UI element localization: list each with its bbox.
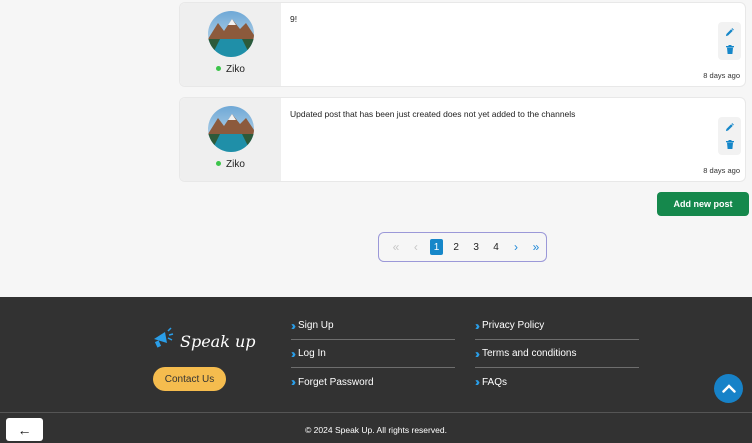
post-body: 9! 8 days ago bbox=[281, 3, 745, 86]
post-date: 8 days ago bbox=[703, 166, 740, 175]
brand-logo[interactable]: Speak up bbox=[152, 327, 256, 356]
avatar[interactable] bbox=[208, 11, 254, 57]
trash-icon[interactable] bbox=[724, 139, 736, 151]
first-page-button[interactable]: « bbox=[386, 239, 406, 255]
footer-link-privacy-policy[interactable]: ›› Privacy Policy bbox=[475, 312, 639, 340]
author-row: Ziko bbox=[180, 159, 281, 170]
copyright-text: © 2024 Speak Up. All rights reserved. bbox=[305, 425, 447, 435]
megaphone-icon bbox=[152, 327, 176, 356]
chevron-double-right-icon: ›› bbox=[291, 375, 296, 389]
chevron-double-right-icon: ›› bbox=[475, 318, 480, 333]
pencil-icon[interactable] bbox=[724, 27, 736, 39]
last-page-button[interactable]: » bbox=[526, 239, 546, 255]
page-button-4[interactable]: 4 bbox=[486, 239, 506, 255]
online-status-dot bbox=[216, 160, 222, 166]
contact-us-button[interactable]: Contact Us bbox=[153, 367, 226, 391]
pencil-icon[interactable] bbox=[724, 122, 736, 134]
author-row: Ziko bbox=[180, 64, 281, 75]
avatar[interactable] bbox=[208, 106, 254, 152]
next-page-button[interactable]: › bbox=[506, 239, 526, 255]
footer-link-log-in[interactable]: ›› Log In bbox=[291, 340, 455, 368]
chevron-double-right-icon: ›› bbox=[475, 375, 480, 389]
footer-link-faqs[interactable]: ›› FAQs bbox=[475, 368, 639, 396]
post-card: Ziko Updated post that has been just cre… bbox=[179, 97, 746, 182]
trash-icon[interactable] bbox=[724, 44, 736, 56]
page-button-3[interactable]: 3 bbox=[466, 239, 486, 255]
post-date: 8 days ago bbox=[703, 71, 740, 80]
post-actions bbox=[718, 117, 741, 155]
page-button-2[interactable]: 2 bbox=[446, 239, 466, 255]
author-name[interactable]: Ziko bbox=[226, 159, 245, 170]
chevron-double-right-icon: ›› bbox=[291, 346, 296, 361]
chevron-double-right-icon: ›› bbox=[291, 318, 296, 333]
post-text: 9! bbox=[290, 14, 298, 24]
post-body: Updated post that has been just created … bbox=[281, 98, 745, 181]
footer-link-sign-up[interactable]: ›› Sign Up bbox=[291, 312, 455, 340]
pagination: « ‹ 1 2 3 4 › » bbox=[378, 232, 547, 262]
post-author-panel: Ziko bbox=[180, 3, 281, 86]
scroll-to-top-button[interactable] bbox=[714, 374, 743, 403]
footer-link-terms[interactable]: ›› Terms and conditions bbox=[475, 340, 639, 368]
page-button-1[interactable]: 1 bbox=[429, 239, 444, 255]
prev-page-button[interactable]: ‹ bbox=[406, 239, 426, 255]
post-author-panel: Ziko bbox=[180, 98, 281, 181]
post-actions bbox=[718, 22, 741, 60]
online-status-dot bbox=[216, 65, 222, 71]
post-text: Updated post that has been just created … bbox=[290, 109, 576, 119]
post-card: Ziko 9! 8 days ago bbox=[179, 2, 746, 87]
footer-divider bbox=[0, 412, 752, 413]
add-new-post-button[interactable]: Add new post bbox=[657, 192, 749, 216]
author-name[interactable]: Ziko bbox=[226, 64, 245, 75]
footer-link-forget-password[interactable]: ›› Forget Password bbox=[291, 368, 455, 396]
chevron-double-right-icon: ›› bbox=[475, 346, 480, 361]
brand-name: Speak up bbox=[180, 332, 256, 351]
chevron-up-icon bbox=[721, 380, 736, 398]
